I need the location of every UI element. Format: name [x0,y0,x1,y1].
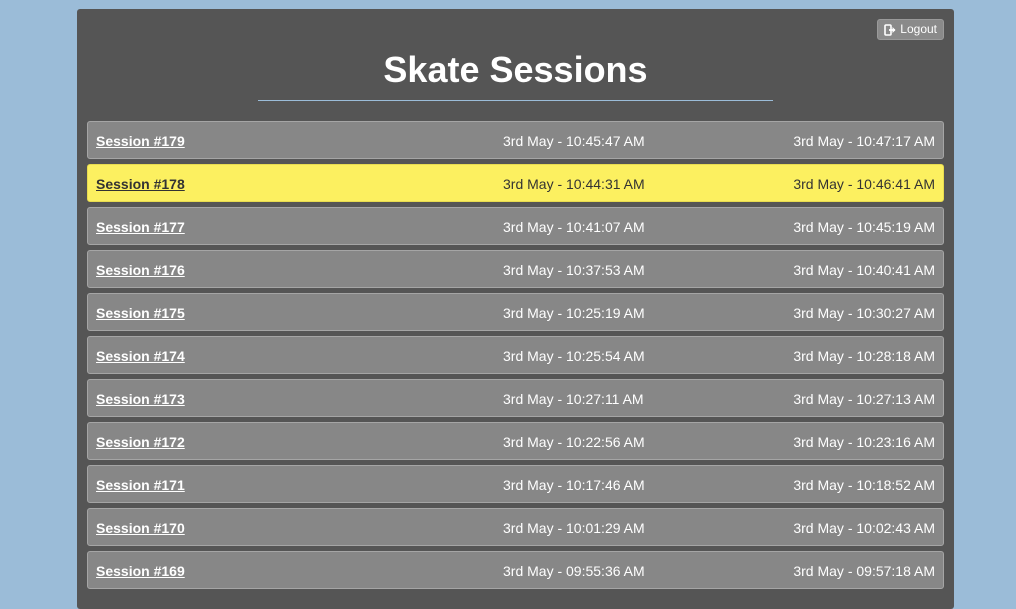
session-link[interactable]: Session #176 [96,262,185,278]
session-list: Session #179 3rd May - 10:45:47 AM 3rd May… [87,121,944,594]
session-end-time: 3rd May - 10:23:16 AM [793,434,935,450]
session-link[interactable]: Session #174 [96,348,185,364]
session-row[interactable]: Session #170 3rd May - 10:01:29 AM 3rd May… [87,508,944,546]
session-end-time: 3rd May - 10:40:41 AM [793,262,935,278]
sessions-panel: Logout Skate Sessions Session #179 3rd Ma… [77,9,954,609]
session-end-time: 3rd May - 10:46:41 AM [793,176,935,192]
title-divider [258,100,773,101]
session-row[interactable]: Session #169 3rd May - 09:55:36 AM 3rd May… [87,551,944,589]
session-start-time: 3rd May - 10:25:19 AM [503,305,645,321]
logout-button[interactable]: Logout [877,19,944,40]
session-end-time: 3rd May - 10:02:43 AM [793,520,935,536]
session-row[interactable]: Session #173 3rd May - 10:27:11 AM 3rd May… [87,379,944,417]
session-start-time: 3rd May - 09:55:36 AM [503,563,645,579]
session-start-time: 3rd May - 10:25:54 AM [503,348,645,364]
session-end-time: 3rd May - 10:45:19 AM [793,219,935,235]
session-link[interactable]: Session #175 [96,305,185,321]
session-row[interactable]: Session #179 3rd May - 10:45:47 AM 3rd May… [87,121,944,159]
session-row[interactable]: Session #178 3rd May - 10:44:31 AM 3rd May… [87,164,944,202]
session-link[interactable]: Session #173 [96,391,185,407]
session-row[interactable]: Session #174 3rd May - 10:25:54 AM 3rd May… [87,336,944,374]
session-end-time: 3rd May - 10:27:13 AM [793,391,935,407]
session-link[interactable]: Session #170 [96,520,185,536]
session-row[interactable]: Session #172 3rd May - 10:22:56 AM 3rd May… [87,422,944,460]
session-link[interactable]: Session #171 [96,477,185,493]
session-start-time: 3rd May - 10:41:07 AM [503,219,645,235]
page-title: Skate Sessions [383,49,648,90]
session-start-time: 3rd May - 10:01:29 AM [503,520,645,536]
session-link[interactable]: Session #169 [96,563,185,579]
session-row[interactable]: Session #176 3rd May - 10:37:53 AM 3rd May… [87,250,944,288]
session-start-time: 3rd May - 10:22:56 AM [503,434,645,450]
session-start-time: 3rd May - 10:37:53 AM [503,262,645,278]
session-row[interactable]: Session #171 3rd May - 10:17:46 AM 3rd May… [87,465,944,503]
session-end-time: 3rd May - 10:18:52 AM [793,477,935,493]
session-end-time: 3rd May - 10:30:27 AM [793,305,935,321]
logout-label: Logout [900,22,937,36]
session-row[interactable]: Session #175 3rd May - 10:25:19 AM 3rd May… [87,293,944,331]
session-end-time: 3rd May - 10:28:18 AM [793,348,935,364]
session-link[interactable]: Session #178 [96,176,185,192]
session-start-time: 3rd May - 10:17:46 AM [503,477,645,493]
session-start-time: 3rd May - 10:45:47 AM [503,133,645,149]
session-start-time: 3rd May - 10:44:31 AM [503,176,645,192]
session-start-time: 3rd May - 10:27:11 AM [503,391,644,407]
session-link[interactable]: Session #177 [96,219,185,235]
session-end-time: 3rd May - 10:47:17 AM [793,133,935,149]
session-end-time: 3rd May - 09:57:18 AM [793,563,935,579]
session-row[interactable]: Session #177 3rd May - 10:41:07 AM 3rd May… [87,207,944,245]
sign-out-icon [884,23,897,36]
session-link[interactable]: Session #179 [96,133,185,149]
session-link[interactable]: Session #172 [96,434,185,450]
